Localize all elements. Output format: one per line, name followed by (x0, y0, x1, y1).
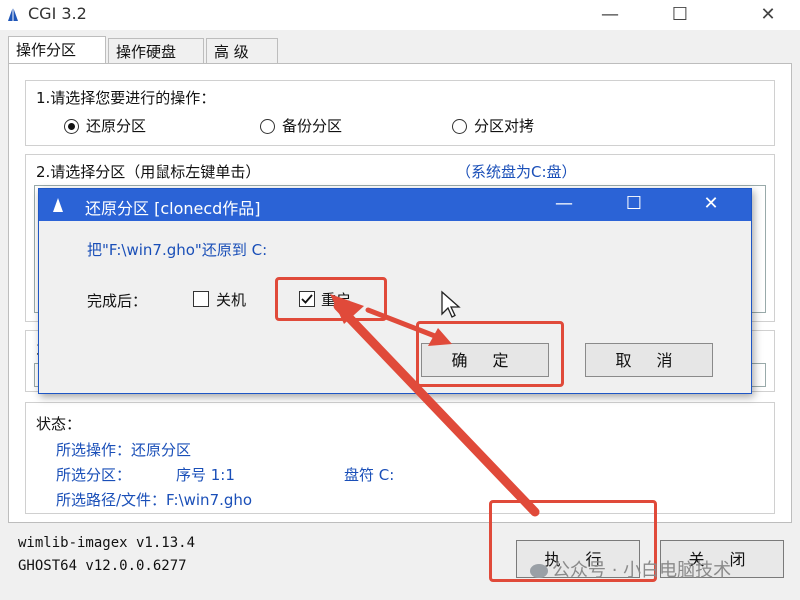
highlight-restart-box (275, 277, 387, 321)
status-partition-label: 所选分区： (56, 466, 132, 484)
minimize-button[interactable]: — (590, 2, 630, 28)
status-path: 所选路径/文件：F:\win7.gho (56, 491, 253, 509)
watermark-icon (530, 564, 548, 578)
step1-label: 1.请选择您要进行的操作： (36, 89, 216, 107)
tab-partition-ops[interactable]: 操作分区 (8, 36, 106, 64)
tab-advanced[interactable]: 高 级 (206, 38, 278, 64)
shutdown-label[interactable]: 关机 (216, 289, 246, 310)
status-operation: 所选操作：还原分区 (56, 441, 192, 459)
radio-restore[interactable] (64, 119, 79, 134)
restore-dialog: 还原分区 [clonecd作品] — ☐ ✕ 把"F:\win7.gho"还原到… (38, 188, 752, 394)
mouse-cursor-icon (441, 290, 461, 318)
app-icon (8, 7, 18, 21)
window-title: CGI 3.2 (28, 4, 87, 23)
dialog-message: 把"F:\win7.gho"还原到 C: (87, 241, 268, 259)
radio-restore-label[interactable]: 还原分区 (86, 115, 146, 136)
status-drive-letter: 盘符 C: (344, 466, 395, 484)
radio-clone[interactable] (452, 119, 467, 134)
radio-backup[interactable] (260, 119, 275, 134)
status-heading: 状态： (36, 415, 82, 433)
system-drive-note: （系统盘为C:盘） (456, 163, 577, 181)
dialog-minimize-button[interactable]: — (544, 193, 584, 214)
status-group: 状态： 所选操作：还原分区 所选分区： 序号 1:1 盘符 C: 所选路径/文件… (25, 402, 775, 514)
wimlib-version: wimlib-imagex v1.13.4 (18, 535, 196, 551)
window-titlebar: CGI 3.2 — ☐ ✕ (0, 0, 800, 30)
ghost-version: GHOST64 v12.0.0.6277 (18, 558, 187, 574)
dialog-title: 还原分区 [clonecd作品] (85, 199, 261, 218)
watermark-text: 公众号 · 小白电脑技术 (552, 560, 732, 581)
cancel-button[interactable]: 取 消 (585, 343, 713, 377)
dialog-app-icon (53, 198, 63, 212)
maximize-button[interactable]: ☐ (660, 2, 700, 28)
radio-clone-label[interactable]: 分区对拷 (474, 115, 534, 136)
radio-backup-label[interactable]: 备份分区 (282, 115, 342, 136)
tab-disk-ops[interactable]: 操作硬盘 (108, 38, 204, 64)
dialog-maximize-button[interactable]: ☐ (614, 193, 654, 214)
dialog-close-button[interactable]: ✕ (691, 193, 731, 214)
step2-label: 2.请选择分区（用鼠标左键单击） (36, 163, 261, 181)
after-complete-label: 完成后： (87, 292, 148, 310)
shutdown-checkbox[interactable] (193, 291, 209, 307)
dialog-titlebar: 还原分区 [clonecd作品] — ☐ ✕ (39, 189, 751, 221)
close-window-button[interactable]: ✕ (748, 2, 788, 28)
highlight-ok-box (416, 321, 564, 387)
operation-group: 1.请选择您要进行的操作： 还原分区 备份分区 分区对拷 (25, 80, 775, 146)
watermark: 公众号 · 小白电脑技术 (530, 556, 731, 582)
status-partition-number: 序号 1:1 (176, 466, 235, 484)
